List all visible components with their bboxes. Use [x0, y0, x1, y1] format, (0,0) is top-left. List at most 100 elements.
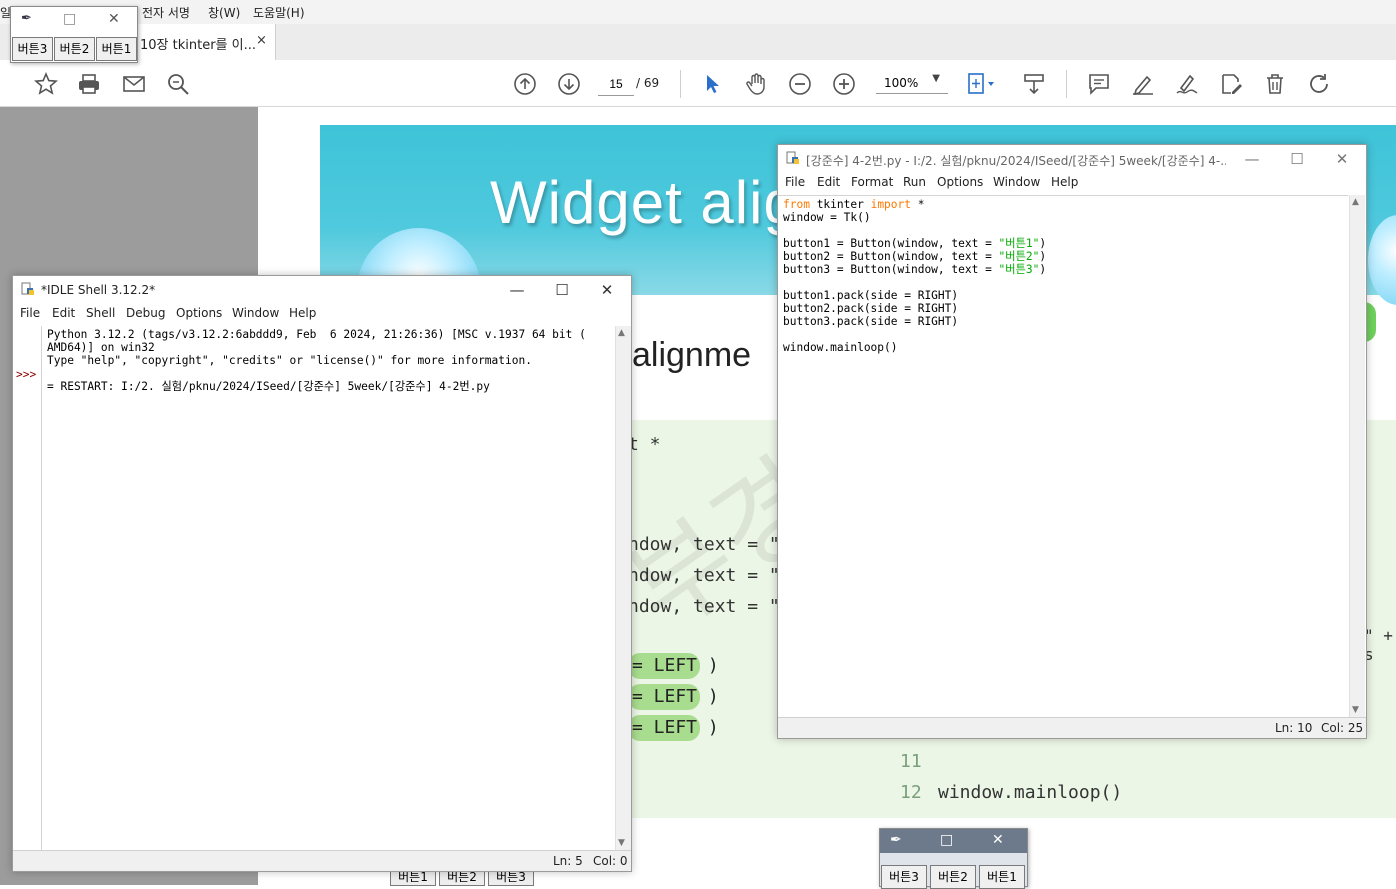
- page-total: / 69: [636, 76, 660, 90]
- tk-button-3[interactable]: 버튼3: [12, 37, 53, 61]
- menu-help[interactable]: Help: [289, 306, 316, 320]
- tk-button-1[interactable]: 버튼1: [96, 37, 137, 61]
- code-line-12: window.mainloop(): [783, 341, 898, 354]
- editor-menubar: File Edit Format Run Options Window Help: [778, 173, 1366, 193]
- python-icon: [21, 282, 35, 296]
- toolbar-divider: [680, 70, 681, 98]
- tk-titlebar[interactable]: ✒ □ ✕: [11, 7, 137, 31]
- slide-left-label: = LEFT ): [632, 686, 719, 707]
- close-icon: ✕: [992, 832, 1004, 848]
- highlight-pen-icon[interactable]: [1131, 72, 1155, 96]
- slide-left-label: = LEFT ): [632, 717, 719, 738]
- scroll-down-icon[interactable]: ▼: [1352, 705, 1359, 715]
- scroll-mode-icon[interactable]: [1022, 72, 1046, 96]
- menu-debug[interactable]: Debug: [126, 306, 165, 320]
- document-tab-title: 10장 tkinter를 이...: [140, 38, 257, 53]
- menu-run[interactable]: Run: [903, 175, 926, 189]
- shell-restart-line: = RESTART: I:/2. 실험/pknu/2024/ISeed/[강준수…: [47, 380, 490, 393]
- status-line: Ln: 10: [1275, 721, 1313, 735]
- slide-subtitle: alignme: [632, 336, 752, 374]
- email-icon[interactable]: [122, 72, 146, 96]
- fit-page-icon[interactable]: [966, 72, 994, 96]
- tab-close-icon[interactable]: ×: [256, 33, 267, 48]
- menu-window[interactable]: Window: [232, 306, 279, 320]
- maximize-icon[interactable]: □: [63, 11, 76, 27]
- scroll-up-icon[interactable]: ▲: [618, 328, 625, 338]
- pdf-tabbar: 10장 tkinter를 이... ×: [0, 24, 1396, 61]
- code-line-5: button2 = Button(window, text = "버튼2"): [783, 250, 1047, 263]
- bookmark-star-icon[interactable]: [34, 71, 58, 96]
- idle-shell-window: *IDLE Shell 3.12.2* — ☐ ✕ File Edit Shel…: [12, 275, 632, 872]
- maximize-icon: □: [940, 832, 954, 848]
- shell-output-line: Python 3.12.2 (tags/v3.12.2:6abddd9, Feb…: [47, 328, 586, 341]
- next-page-icon[interactable]: [557, 72, 581, 96]
- menu-window[interactable]: Window: [993, 175, 1040, 189]
- slide-code-line: t *: [628, 434, 661, 455]
- pdf-toolbar: / 69 100% ▼: [0, 60, 1396, 107]
- close-icon[interactable]: ✕: [1320, 145, 1364, 173]
- shell-prompt: >>>: [16, 368, 37, 381]
- shell-scrollbar[interactable]: ▲ ▼: [615, 326, 631, 850]
- zoom-dropdown[interactable]: 100% ▼: [876, 73, 948, 94]
- editor-text-area[interactable]: from tkinter import * window = Tk() butt…: [778, 195, 1348, 718]
- minimize-icon[interactable]: —: [495, 276, 539, 304]
- select-cursor-icon[interactable]: [700, 72, 724, 96]
- pdf-menubar: 일 전자 서명 창(W) 도움말(H): [0, 0, 1396, 25]
- menu-edit[interactable]: Edit: [817, 175, 840, 189]
- shell-menubar: File Edit Shell Debug Options Window Hel…: [13, 304, 631, 324]
- tk-titlebar: ✒ □ ✕: [880, 829, 1027, 853]
- shell-titlebar[interactable]: *IDLE Shell 3.12.2* — ☐ ✕: [13, 276, 631, 304]
- close-icon[interactable]: ✕: [585, 276, 629, 304]
- menu-item-window[interactable]: 창(W): [208, 4, 240, 21]
- scroll-up-icon[interactable]: ▲: [1352, 197, 1359, 207]
- zoom-in-icon[interactable]: [832, 72, 856, 96]
- editor-scrollbar[interactable]: ▲ ▼: [1349, 195, 1365, 717]
- menu-item-esign[interactable]: 전자 서명: [142, 4, 190, 21]
- previous-page-icon[interactable]: [513, 72, 537, 96]
- status-col: Col: 0: [593, 854, 628, 868]
- feather-icon: ✒: [890, 832, 902, 848]
- editor-titlebar[interactable]: [강준수] 4-2번.py - I:/2. 실험/pknu/2024/ISeed…: [778, 145, 1366, 173]
- menu-edit[interactable]: Edit: [52, 306, 75, 320]
- search-icon[interactable]: [166, 72, 190, 96]
- zoom-out-icon[interactable]: [788, 72, 812, 96]
- print-icon[interactable]: [77, 72, 101, 96]
- code-line-6: button3 = Button(window, text = "버튼3"): [783, 263, 1047, 276]
- hand-tool-icon[interactable]: [744, 72, 768, 96]
- rotate-icon[interactable]: [1307, 72, 1331, 96]
- code-line-1: from tkinter import *: [783, 198, 925, 211]
- shell-output-line: Type "help", "copyright", "credits" or "…: [47, 354, 532, 367]
- feather-icon: ✒: [21, 11, 32, 26]
- menu-options[interactable]: Options: [176, 306, 222, 320]
- trash-icon[interactable]: [1263, 72, 1287, 96]
- menu-options[interactable]: Options: [937, 175, 983, 189]
- close-icon[interactable]: ✕: [108, 11, 120, 27]
- code-line-8: button1.pack(side = RIGHT): [783, 289, 959, 302]
- scroll-down-icon[interactable]: ▼: [618, 838, 625, 848]
- code-line-9: button2.pack(side = RIGHT): [783, 302, 959, 315]
- edit-text-icon[interactable]: [1219, 72, 1243, 96]
- minimize-icon[interactable]: —: [1230, 145, 1274, 173]
- menu-help[interactable]: Help: [1051, 175, 1078, 189]
- maximize-icon[interactable]: ☐: [1275, 145, 1319, 173]
- slide-left-label: = LEFT ): [632, 655, 719, 676]
- menu-file[interactable]: File: [785, 175, 805, 189]
- maximize-icon[interactable]: ☐: [540, 276, 584, 304]
- tk-button-2: 버튼2: [930, 865, 976, 889]
- slide-edge-text: " + s: [1364, 626, 1393, 664]
- signature-icon[interactable]: [1175, 72, 1199, 96]
- page-number-input[interactable]: [598, 73, 634, 96]
- editor-statusbar: Ln: 10 Col: 25: [778, 717, 1366, 738]
- shell-text-area[interactable]: Python 3.12.2 (tags/v3.12.2:6abddd9, Feb…: [43, 326, 613, 850]
- menu-shell[interactable]: Shell: [86, 306, 115, 320]
- menu-file[interactable]: File: [20, 306, 40, 320]
- code-line-2: window = Tk(): [783, 211, 871, 224]
- document-tab[interactable]: 10장 tkinter를 이... ×: [120, 24, 276, 60]
- menu-item-help[interactable]: 도움말(H): [253, 4, 305, 21]
- code-line-10: button3.pack(side = RIGHT): [783, 315, 959, 328]
- menu-format[interactable]: Format: [851, 175, 893, 189]
- tk-running-window[interactable]: ✒ □ ✕ 버튼3 버튼2 버튼1: [10, 6, 138, 63]
- comment-icon[interactable]: [1087, 72, 1111, 96]
- tk-sample-window: ✒ □ ✕ 버튼3 버튼2 버튼1: [879, 828, 1028, 889]
- tk-button-2[interactable]: 버튼2: [54, 37, 95, 61]
